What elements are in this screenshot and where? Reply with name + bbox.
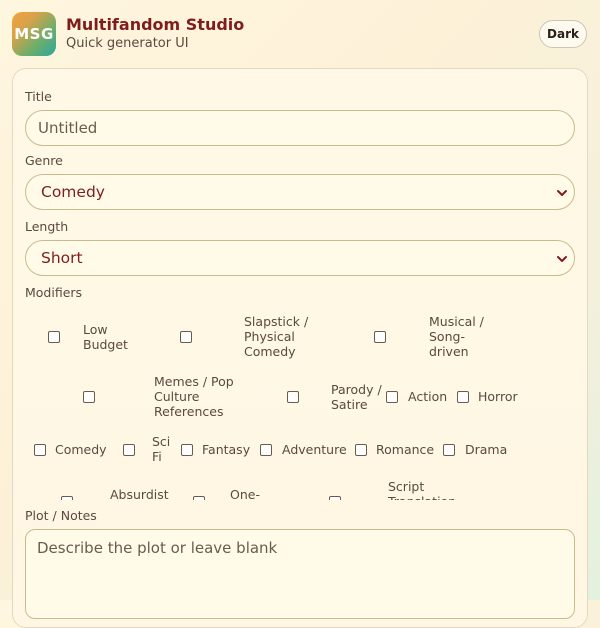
- genre-selected-value: Comedy: [41, 183, 105, 201]
- genre-label: Genre: [25, 153, 63, 168]
- modifier-label-sci-fi: Sci Fi: [152, 434, 171, 464]
- modifier-label-script-translation: Script Translation: [388, 479, 456, 500]
- modifier-label-romance: Romance: [376, 442, 435, 457]
- modifier-checkbox-parody[interactable]: [287, 391, 299, 403]
- modifier-checkbox-sci-fi[interactable]: [123, 444, 135, 456]
- length-label: Length: [25, 219, 69, 234]
- chevron-down-icon: [557, 190, 567, 196]
- modifier-checkbox-memes[interactable]: [83, 391, 95, 403]
- modifier-checkbox-one-shot[interactable]: [193, 496, 205, 500]
- app-title: Multifandom Studio: [66, 15, 245, 34]
- modifier-checkbox-musical[interactable]: [374, 331, 386, 343]
- modifier-label-low-budget: Low Budget: [83, 322, 128, 352]
- modifiers-group: Low Budget Slapstick / Physical Comedy M…: [14, 310, 586, 500]
- app-logo: MSG: [12, 12, 56, 56]
- modifier-label-fantasy: Fantasy: [202, 442, 251, 457]
- modifier-checkbox-script-translation[interactable]: [329, 496, 341, 500]
- length-select[interactable]: Short: [25, 240, 575, 276]
- modifier-checkbox-slapstick[interactable]: [180, 331, 192, 343]
- modifier-label-parody: Parody / Satire: [331, 382, 382, 412]
- app-subtitle: Quick generator UI: [66, 36, 189, 51]
- modifier-checkbox-romance[interactable]: [355, 444, 367, 456]
- modifier-label-memes: Memes / Pop Culture References: [154, 374, 234, 419]
- modifier-checkbox-horror[interactable]: [457, 391, 469, 403]
- plot-notes-textarea[interactable]: [26, 530, 574, 618]
- modifier-checkbox-adventure[interactable]: [260, 444, 272, 456]
- modifier-label-musical: Musical / Song-driven: [429, 314, 484, 359]
- modifiers-label: Modifiers: [25, 285, 83, 300]
- plot-notes-wrapper: [25, 529, 575, 619]
- modifier-checkbox-action[interactable]: [386, 391, 398, 403]
- modifier-checkbox-drama[interactable]: [443, 444, 455, 456]
- modifier-checkbox-comedy[interactable]: [34, 444, 46, 456]
- modifier-label-adventure: Adventure: [282, 442, 347, 457]
- dark-mode-button[interactable]: Dark: [539, 20, 587, 48]
- modifier-checkbox-absurdist[interactable]: [61, 496, 73, 500]
- length-selected-value: Short: [41, 249, 83, 267]
- modifier-label-horror: Horror: [478, 389, 518, 404]
- title-input[interactable]: [26, 111, 574, 145]
- modifier-label-drama: Drama: [465, 442, 508, 457]
- modifier-label-slapstick: Slapstick / Physical Comedy: [244, 314, 309, 359]
- title-label: Title: [25, 89, 52, 104]
- chevron-down-icon: [557, 256, 567, 262]
- modifier-label-action: Action: [408, 389, 448, 404]
- genre-select[interactable]: Comedy: [25, 174, 575, 210]
- modifier-checkbox-fantasy[interactable]: [181, 444, 193, 456]
- modifier-label-one-shot: One-: [230, 487, 260, 500]
- modifier-checkbox-low-budget[interactable]: [48, 331, 60, 343]
- modifier-label-comedy: Comedy: [55, 442, 107, 457]
- modifier-label-absurdist: Absurdist: [110, 487, 169, 500]
- plot-notes-label: Plot / Notes: [25, 508, 97, 523]
- title-field-wrapper: [25, 110, 575, 146]
- app-header: MSG Multifandom Studio Quick generator U…: [0, 0, 600, 68]
